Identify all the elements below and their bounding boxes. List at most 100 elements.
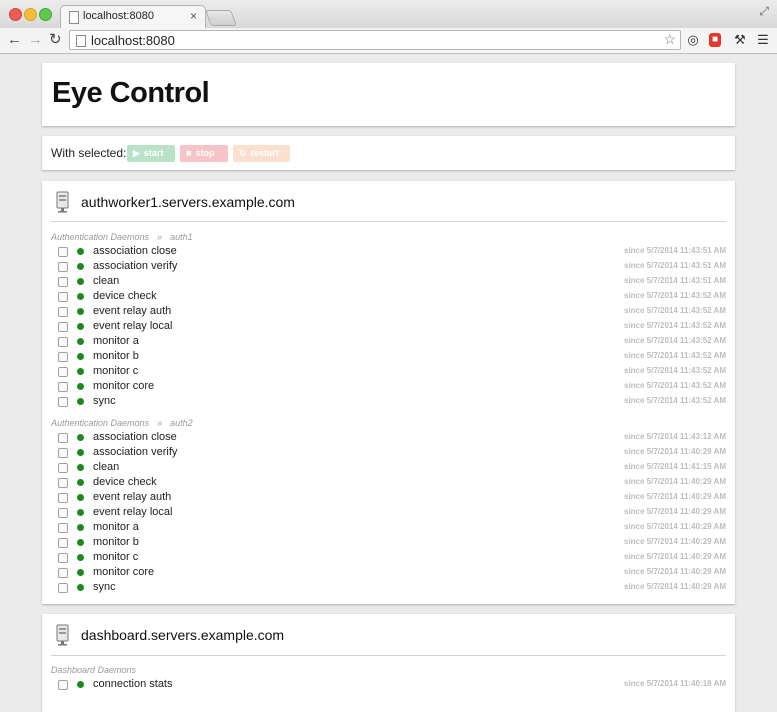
server-title: dashboard.servers.example.com	[81, 627, 285, 643]
process-row: event relay local since 5/7/2014 11:43:52…	[42, 319, 735, 334]
select-checkbox[interactable]	[58, 568, 68, 578]
select-checkbox[interactable]	[58, 493, 68, 503]
process-since: since 5/7/2014 11:40:29 AM	[624, 507, 726, 516]
window-minimize-button[interactable]	[24, 8, 37, 21]
extension-icon[interactable]: ■	[709, 33, 721, 47]
select-checkbox[interactable]	[58, 448, 68, 458]
extension-icon[interactable]: ◎	[686, 32, 700, 48]
window-close-button[interactable]	[9, 8, 22, 21]
process-row: monitor a since 5/7/2014 11:40:29 AM	[42, 520, 735, 535]
process-since: since 5/7/2014 11:41:15 AM	[624, 462, 726, 471]
process-since: since 5/7/2014 11:40:18 AM	[624, 679, 726, 688]
process-name[interactable]: monitor a	[93, 520, 139, 534]
select-checkbox[interactable]	[58, 463, 68, 473]
process-row: event relay local since 5/7/2014 11:40:29…	[42, 505, 735, 520]
stop-button[interactable]: ■ stop	[180, 145, 228, 162]
process-name[interactable]: event relay local	[93, 319, 173, 333]
status-dot-icon	[77, 464, 84, 471]
page-title: Eye Control	[52, 77, 210, 109]
server-icon	[56, 624, 69, 646]
page-content: Eye Control With selected: ▶ start ■ stop …	[0, 54, 777, 712]
process-row: monitor b since 5/7/2014 11:40:29 AM	[42, 535, 735, 550]
new-tab-button[interactable]	[205, 10, 237, 26]
address-bar[interactable]: localhost:8080 ☆	[69, 30, 681, 50]
process-name[interactable]: clean	[93, 460, 119, 474]
restart-button[interactable]: ↻ restart	[233, 145, 290, 162]
status-dot-icon	[77, 584, 84, 591]
select-checkbox[interactable]	[58, 352, 68, 362]
select-checkbox[interactable]	[58, 307, 68, 317]
select-checkbox[interactable]	[58, 367, 68, 377]
browser-tab[interactable]: localhost:8080 ×	[60, 5, 206, 28]
window-zoom-button[interactable]	[39, 8, 52, 21]
select-checkbox[interactable]	[58, 553, 68, 563]
status-dot-icon	[77, 479, 84, 486]
process-since: since 5/7/2014 11:40:29 AM	[624, 552, 726, 561]
process-name[interactable]: association verify	[93, 259, 177, 273]
select-checkbox[interactable]	[58, 262, 68, 272]
process-row: sync since 5/7/2014 11:43:52 AM	[42, 394, 735, 409]
process-name[interactable]: monitor c	[93, 550, 138, 564]
process-name[interactable]: connection stats	[93, 677, 173, 691]
process-row: monitor core since 5/7/2014 11:43:52 AM	[42, 379, 735, 394]
reload-icon[interactable]: ↻	[49, 31, 62, 48]
process-name[interactable]: event relay local	[93, 505, 173, 519]
select-checkbox[interactable]	[58, 523, 68, 533]
star-icon[interactable]: ☆	[663, 31, 676, 48]
process-row: monitor a since 5/7/2014 11:43:52 AM	[42, 334, 735, 349]
menu-icon[interactable]: ☰	[756, 32, 770, 48]
process-name[interactable]: clean	[93, 274, 119, 288]
start-button[interactable]: ▶ start	[127, 145, 175, 162]
status-dot-icon	[77, 323, 84, 330]
process-name[interactable]: monitor b	[93, 349, 139, 363]
status-dot-icon	[77, 494, 84, 501]
fullscreen-icon[interactable]: ⤢	[759, 4, 769, 19]
process-name[interactable]: event relay auth	[93, 490, 171, 504]
status-dot-icon	[77, 368, 84, 375]
server-card: dashboard.servers.example.com Dashboard …	[42, 614, 735, 712]
select-checkbox[interactable]	[58, 382, 68, 392]
process-name[interactable]: association close	[93, 244, 177, 258]
divider	[51, 655, 726, 656]
select-checkbox[interactable]	[58, 680, 68, 690]
process-name[interactable]: sync	[93, 394, 116, 408]
status-dot-icon	[77, 248, 84, 255]
back-arrow-icon[interactable]: ←	[7, 31, 22, 48]
group-category: Dashboard Daemons	[51, 665, 137, 675]
status-dot-icon	[77, 449, 84, 456]
process-name[interactable]: sync	[93, 580, 116, 594]
select-checkbox[interactable]	[58, 247, 68, 257]
select-checkbox[interactable]	[58, 322, 68, 332]
process-row: event relay auth since 5/7/2014 11:43:52 …	[42, 304, 735, 319]
process-row: connection stats since 5/7/2014 11:40:18 …	[42, 677, 735, 692]
process-name[interactable]: association close	[93, 430, 177, 444]
process-name[interactable]: monitor a	[93, 334, 139, 348]
stop-label: stop	[195, 148, 215, 158]
process-name[interactable]: monitor b	[93, 535, 139, 549]
select-checkbox[interactable]	[58, 583, 68, 593]
process-since: since 5/7/2014 11:43:52 AM	[624, 321, 726, 330]
forward-arrow-icon[interactable]: →	[28, 31, 43, 48]
process-name[interactable]: association verify	[93, 445, 177, 459]
restart-icon: ↻	[239, 148, 247, 158]
process-name[interactable]: monitor c	[93, 364, 138, 378]
process-name[interactable]: monitor core	[93, 379, 154, 393]
select-checkbox[interactable]	[58, 478, 68, 488]
process-name[interactable]: device check	[93, 289, 157, 303]
process-since: since 5/7/2014 11:40:29 AM	[624, 492, 726, 501]
tab-close-button[interactable]: ×	[190, 9, 197, 23]
select-checkbox[interactable]	[58, 397, 68, 407]
select-checkbox[interactable]	[58, 433, 68, 443]
select-checkbox[interactable]	[58, 337, 68, 347]
wrench-icon[interactable]: ⚒	[733, 32, 747, 48]
process-name[interactable]: device check	[93, 475, 157, 489]
process-row: event relay auth since 5/7/2014 11:40:29 …	[42, 490, 735, 505]
select-checkbox[interactable]	[58, 508, 68, 518]
process-name[interactable]: monitor core	[93, 565, 154, 579]
select-checkbox[interactable]	[58, 538, 68, 548]
select-checkbox[interactable]	[58, 292, 68, 302]
address-url[interactable]: localhost:8080	[91, 33, 175, 48]
process-name[interactable]: event relay auth	[93, 304, 171, 318]
select-checkbox[interactable]	[58, 277, 68, 287]
breadcrumb-separator: »	[157, 418, 163, 428]
